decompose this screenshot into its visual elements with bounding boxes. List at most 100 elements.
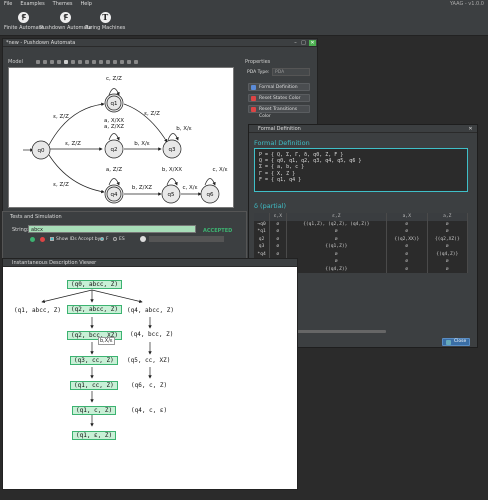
table-cell: ∅	[286, 235, 388, 243]
model-canvas[interactable]: q0 q1 q2 q3 q4 q5 q6 c, Z/Z ε, Z/Z ε, Z/…	[8, 67, 234, 208]
table-cell: ∅	[269, 243, 287, 251]
tool-label: Turing Machines	[85, 25, 126, 31]
fd-titlebar[interactable]: Formal Definition	[249, 125, 477, 133]
accept-es-radio[interactable]	[113, 237, 117, 241]
close-icon[interactable]: ✕	[467, 126, 474, 132]
pushdown-automata-tool[interactable]: Ꞙ Pushdown Automata	[40, 12, 92, 31]
transition-label: a, Z/Z	[106, 167, 122, 173]
id-node[interactable]: (q1, c, Z)	[72, 406, 117, 415]
turing-machine-tool[interactable]: T Turing Machines	[85, 12, 125, 31]
table-cell: ∅	[269, 220, 287, 228]
accept-by-label: Accept by	[78, 237, 101, 242]
column-header: ε,Z	[286, 213, 388, 221]
table-cell: ∅	[386, 243, 428, 251]
id-node[interactable]: (q4, c, ε)	[131, 407, 167, 414]
pda-window-titlebar[interactable]: *new - Pushdown Automata	[3, 39, 317, 47]
transition-label: b, X/ε	[134, 141, 150, 147]
table-row: →q0 ∅ {(q1,Z), (q2,Z), (q4,Z)} ∅ ∅	[254, 220, 469, 228]
reset-states-color-button[interactable]: Reset States Color	[248, 94, 310, 102]
app-title: YAAG - v1.0.0	[449, 1, 484, 7]
table-cell: ∅	[427, 265, 469, 273]
table-cell: *q1	[254, 228, 271, 236]
id-node[interactable]: (q5, cc, XZ)	[127, 357, 170, 364]
pda-diagram[interactable]: q0 q1 q2 q3 q4 q5 q6 c, Z/Z ε, Z/Z ε, Z/…	[9, 68, 235, 209]
table-cell: ∅	[269, 250, 287, 258]
transition-label: ε, Z/Z	[65, 141, 81, 147]
result-status: ACCEPTED	[203, 228, 233, 234]
toolbar: Ꞙ Finite Automata Ꞙ Pushdown Automata T …	[0, 9, 488, 36]
table-cell: ∅	[286, 250, 388, 258]
menu-help[interactable]: Help	[77, 0, 96, 8]
pda-type-field[interactable]: PDA	[272, 68, 310, 76]
close-button[interactable]: Close	[442, 338, 470, 346]
table-cell: ∅	[427, 220, 469, 228]
state-label: q0	[38, 148, 45, 154]
id-node[interactable]: (q4, abcc, Z)	[127, 307, 174, 314]
id-node[interactable]: (q1, abcc, Z)	[14, 307, 61, 314]
reset-transitions-color-button[interactable]: Reset Transitions Color	[248, 105, 310, 119]
model-toolbar-icons[interactable]	[8, 59, 240, 66]
accept-es-label: ES	[119, 237, 125, 242]
id-node-root[interactable]: (q0, abcc, Z)	[67, 280, 122, 289]
window-title: Formal Definition	[258, 126, 301, 132]
id-node[interactable]: (q4, bcc, Z)	[130, 331, 173, 338]
transition-label: c, X/ε	[212, 167, 227, 173]
show-ids-checkbox[interactable]	[50, 237, 54, 241]
table-row: q2 ∅ ∅ {(q2,XX)} {(q2,XZ)}	[254, 235, 469, 243]
table-row: *q4 ∅ ∅ ∅ {(q4,Z)}	[254, 250, 469, 258]
table-cell: →q0	[254, 220, 271, 228]
finite-automata-tool[interactable]: Ꞙ Finite Automata	[4, 12, 44, 31]
stop-icon[interactable]	[40, 237, 45, 242]
formal-definition-button[interactable]: Formal Definition	[248, 83, 310, 91]
menu-examples[interactable]: Examples	[16, 0, 48, 8]
formal-definition-heading: Formal Definition	[254, 139, 310, 147]
show-ids-label: Show IDs	[56, 237, 77, 242]
table-cell: ∅	[286, 228, 388, 236]
run-icon[interactable]	[30, 237, 35, 242]
id-node[interactable]: (q6, c, Z)	[131, 382, 167, 389]
simulation-progress	[149, 236, 224, 242]
id-node[interactable]: (q1, ε, Z)	[72, 431, 117, 440]
id-node[interactable]: (q2, abcc, Z)	[67, 305, 122, 314]
table-cell: *q4	[254, 250, 271, 258]
reset-icon	[251, 107, 256, 112]
tests-title: Tests and Simulation	[10, 214, 62, 220]
table-cell: ∅	[286, 258, 388, 266]
table-cell: ∅	[386, 250, 428, 258]
menu-file[interactable]: File	[0, 0, 16, 8]
string-label: String:	[12, 227, 29, 233]
transition-label: c, X/ε	[182, 185, 197, 191]
maximize-button[interactable]: □	[300, 40, 307, 46]
state-label: q6	[207, 192, 214, 198]
table-cell: ∅	[386, 228, 428, 236]
table-cell: q3	[254, 243, 271, 251]
table-cell: {(q1,Z), (q2,Z), (q4,Z)}	[286, 220, 388, 228]
table-header: ε,X ε,Z a,X a,Z	[254, 213, 469, 221]
finite-automata-icon: Ꞙ	[18, 12, 30, 23]
pda-type-label: PDA Type:	[247, 70, 270, 75]
table-cell: {(q2,XZ)}	[427, 235, 469, 243]
table-cell: ∅	[427, 243, 469, 251]
id-node[interactable]: (q1, cc, Z)	[70, 381, 118, 390]
menu-themes[interactable]: Themes	[49, 0, 77, 8]
table-cell: {(q2,XX)}	[386, 235, 428, 243]
id-node[interactable]: (q3, cc, Z)	[70, 356, 118, 365]
transition-label: b, Z/XZ	[132, 185, 152, 191]
close-icon[interactable]: ✕	[309, 40, 316, 46]
accept-f-radio[interactable]	[100, 237, 104, 241]
tool-label: Finite Automata	[4, 25, 44, 31]
transition-label: ε, Z/Z	[53, 114, 69, 120]
definition-icon	[251, 85, 256, 90]
column-header: a,Z	[427, 213, 469, 221]
string-input[interactable]: abcx	[28, 225, 196, 233]
table-cell: ∅	[386, 258, 428, 266]
minimize-button[interactable]: –	[292, 40, 299, 46]
step-icon[interactable]	[140, 236, 146, 242]
id-tree-edges	[41, 289, 152, 427]
table-cell: ∅	[269, 228, 287, 236]
state-label: q5	[168, 192, 175, 198]
table-row: *q1 ∅ ∅ ∅ ∅	[254, 228, 469, 236]
model-toolbar	[8, 59, 240, 66]
table-cell: {(q4,Z)}	[427, 250, 469, 258]
transition-label: b, X/ε	[176, 126, 192, 132]
